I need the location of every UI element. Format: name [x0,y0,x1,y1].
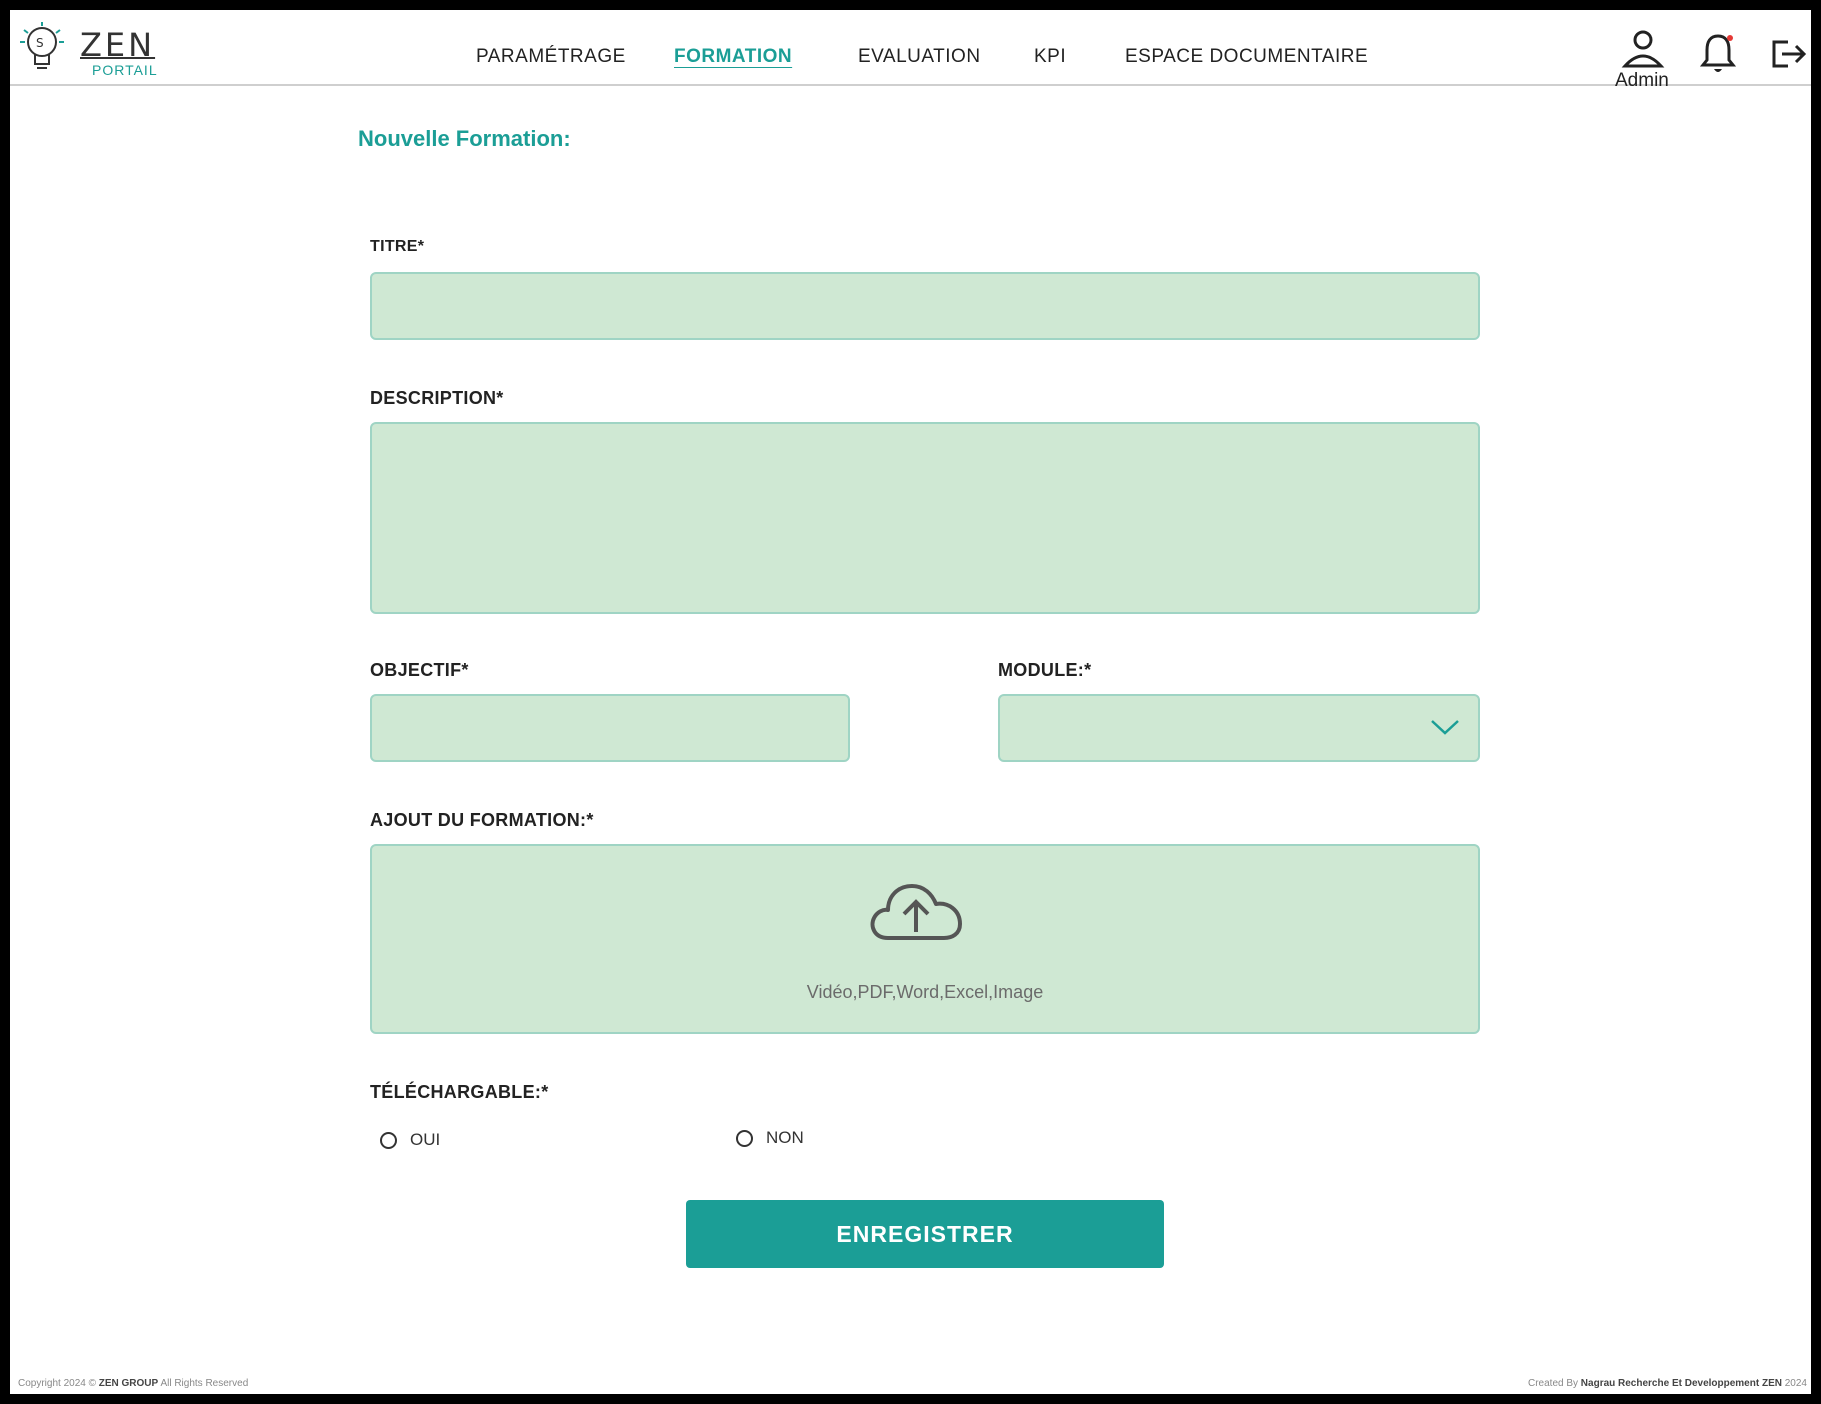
nav-item-parametrage[interactable]: PARAMÉTRAGE [476,46,626,68]
footer-copyright-brand: ZEN GROUP [98,1378,159,1389]
footer-credits: Created By Nagrau Recherche Et Developpe… [1528,1378,1807,1389]
footer-credits-prefix: Created By [1527,1378,1579,1389]
svg-text:S: S [36,36,44,50]
objectif-input[interactable] [370,694,850,762]
nav-item-espace-documentaire[interactable]: ESPACE DOCUMENTAIRE [1125,46,1368,68]
radio-non-label[interactable]: NON [766,1128,804,1148]
nav-item-evaluation[interactable]: EVALUATION [858,46,981,68]
nav-item-kpi[interactable]: KPI [1034,46,1066,68]
description-textarea[interactable] [370,422,1480,614]
top-navigation-bar: S ZEN PORTAIL PARAMÉTRAGE FORMATION EVAL… [10,10,1811,91]
lightbulb-logo-icon: S [20,22,64,69]
user-name: Admin [1615,70,1669,91]
nav-item-formation[interactable]: FORMATION [674,46,792,68]
footer-copyright-prefix: Copyright 2024 © [18,1378,96,1389]
brand-subtitle: PORTAIL [92,62,158,78]
brand-name: ZEN [80,26,156,64]
radio-oui[interactable] [380,1132,397,1149]
radio-oui-label[interactable]: OUI [410,1130,440,1150]
app-frame: S ZEN PORTAIL PARAMÉTRAGE FORMATION EVAL… [10,10,1811,1394]
objectif-label: OBJECTIF* [370,660,469,680]
titre-label: TITRE* [370,238,425,255]
module-label: MODULE:* [998,660,1092,680]
save-button[interactable]: ENREGISTRER [686,1200,1164,1268]
upload-label: AJOUT DU FORMATION:* [370,810,594,830]
footer-copyright: Copyright 2024 © ZEN GROUP All Rights Re… [18,1378,248,1389]
file-upload-dropzone[interactable]: Vidéo,PDF,Word,Excel,Image [370,844,1480,1034]
page-title: Nouvelle Formation: [358,126,571,151]
footer-credits-suffix: 2024 [1784,1378,1807,1389]
user-icon [1621,30,1665,68]
module-select[interactable] [998,694,1480,762]
bell-icon[interactable] [1700,32,1736,76]
chevron-down-icon [1431,720,1459,735]
user-menu[interactable]: Admin [1613,30,1677,94]
footer-credits-brand: Nagrau Recherche Et Developpement ZEN [1580,1378,1782,1389]
footer-copyright-suffix: All Rights Reserved [160,1378,249,1389]
brand-logo[interactable]: S ZEN PORTAIL [18,18,168,80]
logout-icon[interactable] [1770,38,1808,70]
radio-non[interactable] [736,1130,753,1147]
upload-hint: Vidéo,PDF,Word,Excel,Image [806,982,1044,1002]
telechargeable-label: TÉLÉCHARGABLE:* [370,1082,549,1102]
titre-input[interactable] [370,272,1480,340]
cloud-upload-icon [870,884,962,940]
description-label: DESCRIPTION* [370,388,504,408]
